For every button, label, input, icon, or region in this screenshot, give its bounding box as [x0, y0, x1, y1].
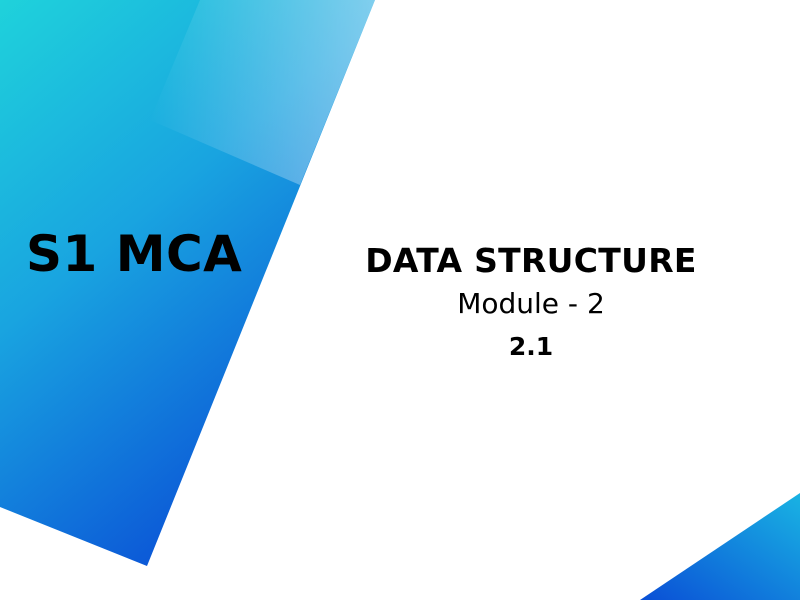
section-number: 2.1: [508, 332, 554, 361]
corner-gradient-shape: [640, 493, 800, 600]
title-slide: S1 MCA DATA STRUCTURE Module - 2 2.1: [0, 0, 800, 600]
subject-title: DATA STRUCTURE: [365, 241, 697, 280]
module-label: Module - 2: [457, 287, 605, 320]
title-block: DATA STRUCTURE Module - 2 2.1: [331, 236, 731, 364]
course-label: S1 MCA: [26, 225, 243, 283]
